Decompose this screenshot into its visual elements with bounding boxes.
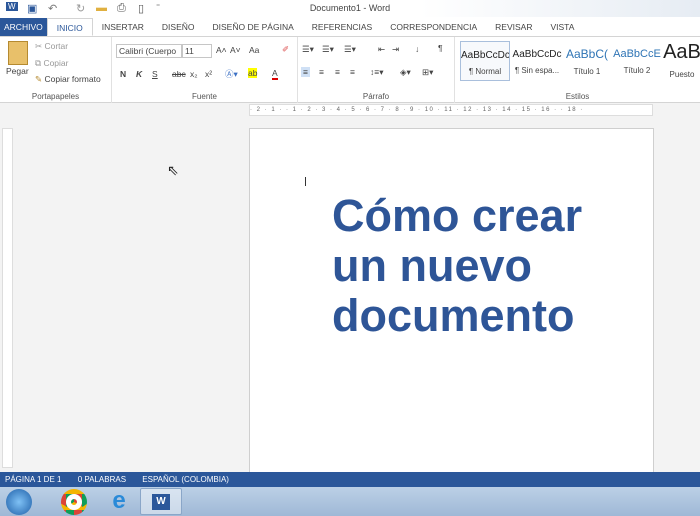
line-spacing-icon[interactable]: ↕≡▾: [370, 67, 383, 78]
group-font: Calibri (Cuerpo 11 A˄ A˅ Aa ✐ N K S abc …: [112, 37, 298, 103]
word-count[interactable]: 0 PALABRAS: [78, 475, 126, 484]
ribbon-tabs: ARCHIVO INICIO INSERTAR DISEÑO DISEÑO DE…: [0, 17, 700, 37]
tab-inicio[interactable]: INICIO: [46, 18, 93, 36]
numbering-icon[interactable]: ☰▾: [322, 44, 334, 55]
italic-button[interactable]: K: [136, 69, 142, 79]
styles-label: Estilos: [565, 92, 590, 101]
heading-line: documento: [332, 290, 575, 341]
chrome-icon[interactable]: [61, 489, 87, 515]
tab-archivo[interactable]: ARCHIVO: [0, 18, 47, 36]
show-marks-button[interactable]: ¶: [438, 43, 443, 53]
clipboard-label: Portapapeles: [31, 92, 80, 101]
align-left-icon[interactable]: ≡: [301, 67, 310, 77]
cut-button[interactable]: ✂ Cortar: [35, 41, 68, 52]
align-right-icon[interactable]: ≡: [335, 67, 340, 77]
word-taskbar-button[interactable]: W: [140, 488, 182, 515]
vertical-ruler[interactable]: [2, 128, 13, 468]
ribbon: Pegar ✂ Cortar ⧉ Copiar ✎ Copiar formato…: [0, 37, 700, 103]
tab-diseno[interactable]: DISEÑO: [153, 18, 204, 36]
style-titulo-2[interactable]: AaBbCcE Título 2: [612, 41, 662, 81]
paragraph-label: Párrafo: [362, 92, 390, 101]
style-sin-espaciado[interactable]: AaBbCcDc ¶ Sin espa...: [512, 41, 562, 81]
clear-format-icon[interactable]: ✐: [282, 44, 289, 55]
group-paragraph: ☰▾ ☰▾ ☰▾ ⇤ ⇥ ↓ ¶ ≡ ≡ ≡ ≡ ↕≡▾ ◈▾ ⊞▾ Párra…: [298, 37, 455, 103]
justify-icon[interactable]: ≡: [350, 67, 355, 77]
document-heading[interactable]: Cómo crear un nuevo documento: [332, 191, 582, 341]
font-size-select[interactable]: 11: [182, 44, 212, 58]
text-cursor: [305, 177, 306, 186]
multilevel-list-icon[interactable]: ☰▾: [344, 44, 356, 55]
tab-revisar[interactable]: REVISAR: [486, 18, 541, 36]
shading-icon[interactable]: ◈▾: [400, 67, 411, 78]
group-styles: AaBbCcDc ¶ Normal AaBbCcDc ¶ Sin espa... A…: [455, 37, 700, 103]
font-name-select[interactable]: Calibri (Cuerpo: [116, 44, 182, 58]
text-effects-icon[interactable]: Ⓐ▾: [225, 68, 238, 80]
status-bar: PÁGINA 1 DE 1 0 PALABRAS ESPAÑOL (COLOMB…: [0, 472, 700, 487]
strikethrough-button[interactable]: abc: [172, 69, 186, 79]
tab-insertar[interactable]: INSERTAR: [93, 18, 153, 36]
internet-explorer-icon[interactable]: e: [106, 489, 132, 515]
tab-vista[interactable]: VISTA: [541, 18, 583, 36]
style-normal[interactable]: AaBbCcDc ¶ Normal: [460, 41, 510, 81]
window-title: Documento1 - Word: [309, 3, 391, 13]
document-page[interactable]: Cómo crear un nuevo documento: [249, 128, 654, 478]
tab-diseno-pagina[interactable]: DISEÑO DE PÁGINA: [204, 18, 303, 36]
taskbar: e W: [0, 487, 700, 516]
heading-line: Cómo crear: [332, 190, 583, 241]
font-color-icon[interactable]: A: [272, 68, 278, 80]
start-orb-icon[interactable]: [6, 489, 32, 515]
horizontal-ruler[interactable]: · 2 · 1 · · 1 · 2 · 3 · 4 · 5 · 6 · 7 · …: [249, 104, 653, 116]
paste-icon[interactable]: [8, 41, 28, 65]
page-count[interactable]: PÁGINA 1 DE 1: [5, 475, 61, 484]
change-case-button[interactable]: Aa: [249, 45, 259, 55]
group-clipboard: Pegar ✂ Cortar ⧉ Copiar ✎ Copiar formato…: [0, 37, 112, 103]
grow-font-button[interactable]: A˄: [216, 45, 227, 55]
tab-correspondencia[interactable]: CORRESPONDENCIA: [381, 18, 486, 36]
sort-icon[interactable]: ↓: [415, 44, 419, 54]
borders-icon[interactable]: ⊞▾: [422, 67, 433, 78]
increase-indent-icon[interactable]: ⇥: [392, 44, 399, 55]
subscript-button[interactable]: x₂: [190, 69, 198, 79]
highlight-icon[interactable]: ab: [248, 68, 258, 78]
style-puesto[interactable]: AaB Puesto: [662, 41, 700, 81]
underline-button[interactable]: S: [152, 69, 158, 79]
heading-line: un nuevo: [332, 240, 532, 291]
style-titulo-1[interactable]: AaBbC(Título 1: [562, 41, 612, 81]
decrease-indent-icon[interactable]: ⇤: [378, 44, 385, 55]
superscript-button[interactable]: x²: [205, 69, 212, 79]
language[interactable]: ESPAÑOL (COLOMBIA): [142, 475, 229, 484]
word-icon: W: [152, 494, 170, 510]
bullets-icon[interactable]: ☰▾: [302, 44, 314, 55]
copy-button[interactable]: ⧉ Copiar: [35, 58, 68, 69]
mouse-pointer-icon: ⇖: [167, 162, 179, 178]
shrink-font-button[interactable]: A˅: [230, 45, 241, 55]
align-center-icon[interactable]: ≡: [319, 67, 324, 77]
tab-referencias[interactable]: REFERENCIAS: [303, 18, 381, 36]
format-painter-button[interactable]: ✎ Copiar formato: [35, 74, 101, 85]
bold-button[interactable]: N: [120, 69, 126, 79]
paste-button[interactable]: Pegar: [6, 66, 29, 76]
title-bar: W ▣ ↶ ↻ ▬ ⎙ ▯ ⁼ Documento1 - Word: [0, 0, 700, 17]
font-label: Fuente: [192, 92, 217, 101]
